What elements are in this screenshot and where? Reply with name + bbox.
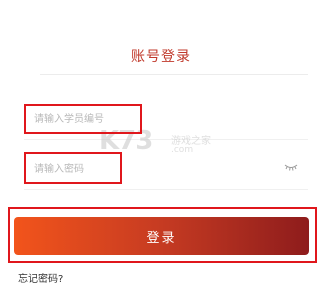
watermark-logo-text: K73 — [99, 126, 153, 156]
watermark-url: .com — [171, 145, 194, 155]
login-button[interactable]: 登录 — [14, 217, 309, 255]
password-underline — [24, 189, 308, 190]
password-input[interactable] — [34, 158, 284, 180]
eye-closed-icon[interactable] — [284, 162, 298, 172]
title-divider — [40, 74, 308, 75]
forgot-password-link[interactable]: 忘记密码? — [18, 270, 63, 285]
watermark-logo: K73 游戏之家 .com — [99, 124, 223, 160]
page-title: 账号登录 — [131, 49, 191, 65]
